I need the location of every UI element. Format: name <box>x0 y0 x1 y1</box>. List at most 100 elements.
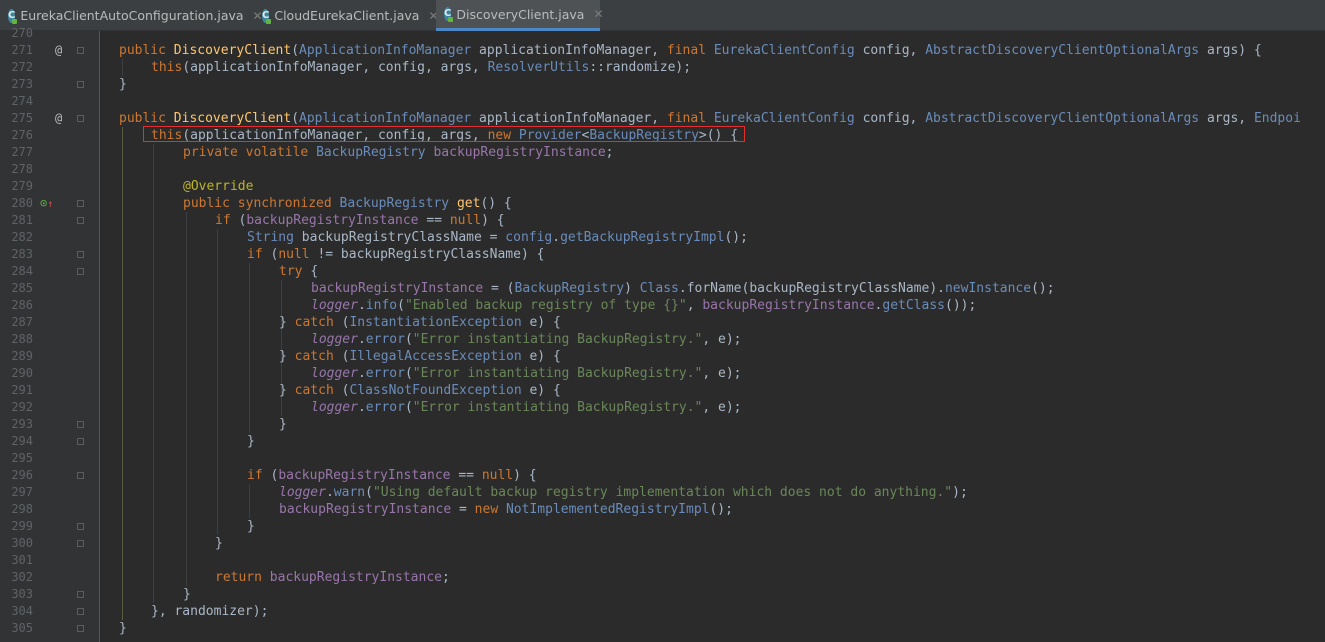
editor-gutter[interactable]: 270 271 272 273 274 275 276 277 278 279 280 281 282 2… <box>0 26 100 642</box>
code-token: ( <box>397 298 405 313</box>
line-number: 295 <box>11 451 33 465</box>
code-line[interactable]: this(applicationInfoManager, config, arg… <box>151 127 738 144</box>
code-line[interactable]: if (backupRegistryInstance == null) { <box>215 212 505 229</box>
fold-marker-icon[interactable] <box>77 115 84 122</box>
code-token: applicationInfoManager, <box>471 43 667 58</box>
code-line[interactable]: this(applicationInfoManager, config, arg… <box>151 59 691 76</box>
code-token: ( <box>291 111 300 126</box>
code-line[interactable]: } <box>247 433 255 450</box>
code-token: ) { <box>513 468 537 483</box>
code-token: , e); <box>702 366 742 381</box>
code-token: BackupRegistry <box>339 196 450 211</box>
tab-cloud-eureka-client[interactable]: C CloudEurekaClient.java ✕ <box>254 0 439 31</box>
tab-label: EurekaClientAutoConfiguration.java <box>20 8 244 23</box>
code-line[interactable]: } <box>247 518 255 535</box>
code-line[interactable]: backupRegistryInstance = new NotImplemen… <box>279 501 733 518</box>
code-line[interactable]: if (backupRegistryInstance == null) { <box>247 467 537 484</box>
tab-eureka-client-auto-configuration[interactable]: C EurekaClientAutoConfiguration.java ✕ <box>0 0 263 31</box>
code-line[interactable]: } <box>119 76 127 93</box>
line-number: 286 <box>11 298 33 312</box>
code-line[interactable]: logger.info("Enabled backup registry of … <box>311 297 976 314</box>
line-number: 279 <box>11 179 33 193</box>
code-token: BackupRegistry <box>589 128 699 143</box>
fold-marker-icon[interactable] <box>77 81 84 88</box>
fold-marker-icon[interactable] <box>77 438 84 445</box>
code-token: warn <box>333 485 366 500</box>
fold-marker-icon[interactable] <box>77 472 84 479</box>
code-token: backupRegistryInstance <box>246 213 419 228</box>
line-number: 304 <box>11 604 33 618</box>
code-line[interactable]: } <box>215 535 223 552</box>
code-token: logger <box>311 400 358 415</box>
code-line[interactable]: } <box>279 416 287 433</box>
code-token: new <box>487 128 519 143</box>
code-line[interactable]: return backupRegistryInstance; <box>215 569 450 586</box>
fold-marker-icon[interactable] <box>77 251 84 258</box>
code-line[interactable]: @Override <box>183 178 253 195</box>
code-line[interactable]: backupRegistryInstance = (BackupRegistry… <box>311 280 1055 297</box>
code-token: final <box>666 111 714 126</box>
code-token: ()); <box>945 298 977 313</box>
fold-marker-icon[interactable] <box>77 540 84 547</box>
code-token: , e); <box>702 332 742 347</box>
fold-marker-icon[interactable] <box>77 625 84 632</box>
code-token: ApplicationInfoManager <box>299 43 472 58</box>
annotation-marker-icon[interactable]: @ <box>55 42 62 59</box>
code-line[interactable]: } catch (ClassNotFoundException e) { <box>279 382 561 399</box>
code-token: ResolverUtils <box>487 60 590 75</box>
fold-marker-icon[interactable] <box>77 47 84 54</box>
code-line[interactable]: } <box>183 586 191 603</box>
code-line[interactable]: String backupRegistryClassName = config.… <box>247 229 748 246</box>
code-token: (applicationInfoManager, config, args, <box>182 60 488 75</box>
code-token: . <box>357 332 366 347</box>
line-number: 277 <box>11 145 33 159</box>
line-number: 280 <box>11 196 33 210</box>
code-line[interactable]: public DiscoveryClient(ApplicationInfoMa… <box>119 110 1301 127</box>
code-line[interactable]: if (null != backupRegistryClassName) { <box>247 246 544 263</box>
code-line[interactable]: private volatile BackupRegistry backupRe… <box>183 144 613 161</box>
line-number: 299 <box>11 519 33 533</box>
fold-marker-icon[interactable] <box>77 200 84 207</box>
code-token: error <box>365 366 405 381</box>
annotation-marker-icon[interactable]: @ <box>55 110 62 127</box>
code-token: if <box>247 468 271 483</box>
code-line[interactable]: } <box>119 620 127 637</box>
code-token: } <box>119 77 127 92</box>
code-token: (applicationInfoManager, config, args, <box>182 128 488 143</box>
code-token: getClass <box>882 298 945 313</box>
code-token: DiscoveryClient <box>173 111 292 126</box>
indent-guide <box>122 127 123 620</box>
fold-marker-icon[interactable] <box>77 608 84 615</box>
code-line[interactable]: }, randomizer); <box>151 603 268 620</box>
code-line[interactable]: logger.error("Error instantiating Backup… <box>311 365 742 382</box>
fold-marker-icon[interactable] <box>77 268 84 275</box>
code-token: AbstractDiscoveryClientOptionalArgs <box>925 43 1200 58</box>
fold-marker-icon[interactable] <box>77 217 84 224</box>
code-token: backupRegistryInstance <box>269 570 442 585</box>
line-number: 276 <box>11 128 33 142</box>
code-editor[interactable]: public DiscoveryClient(ApplicationInfoMa… <box>100 31 1325 642</box>
code-line[interactable]: public DiscoveryClient(ApplicationInfoMa… <box>119 42 1262 59</box>
code-line[interactable]: } catch (InstantiationException e) { <box>279 314 561 331</box>
code-token: Endpoi <box>1253 111 1301 126</box>
code-line[interactable]: } catch (IllegalAccessException e) { <box>279 348 561 365</box>
code-token: public synchronized <box>183 196 340 211</box>
tab-label: CloudEurekaClient.java <box>274 8 420 23</box>
code-line[interactable]: try { <box>279 263 318 280</box>
fold-marker-icon[interactable] <box>77 421 84 428</box>
close-icon[interactable]: ✕ <box>593 7 603 21</box>
code-token: logger <box>311 332 358 347</box>
code-token: BackupRegistry <box>514 281 625 296</box>
code-token: public <box>119 43 174 58</box>
fold-marker-icon[interactable] <box>77 523 84 530</box>
code-line[interactable]: public synchronized BackupRegistry get()… <box>183 195 512 212</box>
fold-marker-icon[interactable] <box>77 591 84 598</box>
override-method-icon[interactable]: ⊙↑ <box>40 195 53 212</box>
code-token: e) { <box>521 349 561 364</box>
tab-discovery-client[interactable]: C DiscoveryClient.java ✕ <box>436 0 604 31</box>
line-number: 293 <box>11 417 33 431</box>
code-token: ( <box>404 400 413 415</box>
code-line[interactable]: logger.error("Error instantiating Backup… <box>311 399 742 416</box>
code-line[interactable]: logger.error("Error instantiating Backup… <box>311 331 742 348</box>
code-line[interactable]: logger.warn("Using default backup regist… <box>279 484 968 501</box>
